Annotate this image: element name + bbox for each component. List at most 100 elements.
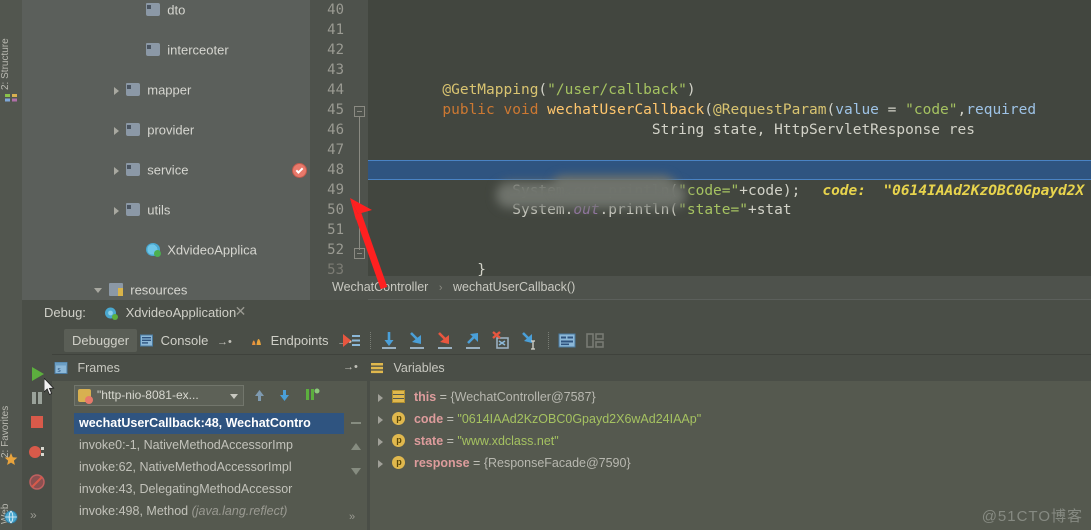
- code-editor[interactable]: @GetMapping("/user/callback") public voi…: [368, 0, 1091, 276]
- resume-program-icon[interactable]: [27, 364, 47, 384]
- tree-item-utils[interactable]: utils: [22, 200, 310, 220]
- frame-row[interactable]: wechatUserCallback:48, WechatContro: [74, 413, 344, 434]
- tree-item-mapper[interactable]: mapper: [22, 80, 310, 100]
- close-icon[interactable]: ✕: [234, 304, 247, 318]
- tree-item-service[interactable]: service: [22, 160, 310, 180]
- thread-icon: [78, 389, 93, 404]
- frames-nav-strip: »: [345, 381, 367, 530]
- frame-row[interactable]: invoke:43, DelegatingMethodAccessor: [74, 479, 344, 500]
- folder-icon: [125, 163, 140, 177]
- arrow-down-icon[interactable]: [277, 388, 292, 403]
- variable-equals: =: [436, 390, 451, 404]
- line-number: 40: [327, 2, 344, 18]
- left-tool-strip: 2: Structure 2: Favorites Web: [0, 0, 23, 530]
- frame-row[interactable]: invoke:498, Method (java.lang.reflect): [74, 501, 344, 522]
- tab-debugger[interactable]: Debugger: [64, 329, 138, 352]
- variable-row-state[interactable]: p state = "www.xdclass.net": [378, 431, 559, 452]
- tree-item-interceoter[interactable]: interceoter: [22, 40, 310, 60]
- code-token: +stat: [747, 202, 792, 218]
- tree-item-label: interceoter: [167, 42, 229, 58]
- code-fold-icon[interactable]: [354, 248, 365, 259]
- tool-tab-favorites-label: 2: Favorites: [0, 405, 11, 458]
- chevron-right-icon[interactable]: [114, 166, 119, 175]
- tab-console[interactable]: Console →•: [132, 329, 240, 352]
- chevron-down-icon[interactable]: [230, 394, 238, 399]
- breadcrumb[interactable]: WechatController › wechatUserCallback(): [310, 276, 1091, 299]
- code-token: }: [442, 262, 487, 276]
- customize-threads-icon[interactable]: [304, 386, 321, 403]
- show-execution-point-icon[interactable]: [340, 330, 362, 351]
- frame-label: invoke:498, Method: [79, 504, 192, 518]
- chevron-right-icon[interactable]: [378, 459, 383, 468]
- run-configuration-name[interactable]: XdvideoApplication: [104, 300, 236, 326]
- tree-item-resources[interactable]: resources: [22, 280, 310, 300]
- variable-equals: =: [443, 434, 458, 448]
- expand-icon[interactable]: »: [30, 508, 37, 522]
- step-into-icon[interactable]: [406, 330, 428, 351]
- view-breakpoints-icon[interactable]: [27, 442, 47, 462]
- variable-equals: =: [469, 456, 484, 470]
- code-fold-icon[interactable]: [354, 106, 365, 117]
- variable-row-response[interactable]: p response = {ResponseFacade@7590}: [378, 453, 631, 474]
- step-over-icon[interactable]: [378, 330, 400, 351]
- tree-item-xdvideoapplication[interactable]: XdvideoApplica: [22, 240, 310, 260]
- line-number: 45: [327, 102, 344, 118]
- chevron-right-icon[interactable]: [378, 393, 383, 402]
- frames-icon: s: [54, 361, 68, 374]
- debug-title-label: Debug:: [44, 305, 86, 320]
- mute-breakpoints-icon[interactable]: [27, 472, 47, 492]
- frames-panel[interactable]: "http-nio-8081-ex... wechatUserCallback:…: [52, 381, 367, 530]
- tree-item-provider[interactable]: provider: [22, 120, 310, 140]
- frame-row[interactable]: invoke:62, NativeMethodAccessorImpl: [74, 457, 344, 478]
- expand-icon[interactable]: »: [349, 511, 355, 523]
- tree-item-dto[interactable]: dto: [22, 0, 310, 20]
- force-step-into-icon[interactable]: [434, 330, 456, 351]
- chevron-down-icon[interactable]: [94, 288, 102, 294]
- code-token: res: [940, 122, 975, 138]
- frames-title-label: Frames: [77, 361, 120, 375]
- toolbar-separator: [370, 332, 372, 349]
- chevron-right-icon[interactable]: [114, 126, 119, 135]
- chevron-right-icon[interactable]: [114, 86, 119, 95]
- thread-selector[interactable]: "http-nio-8081-ex...: [74, 385, 244, 406]
- web-icon: [4, 510, 18, 524]
- breadcrumb-item-class[interactable]: WechatController: [332, 280, 428, 294]
- variable-name: code: [413, 412, 444, 426]
- scroll-down-icon[interactable]: [348, 463, 364, 479]
- tool-tab-structure[interactable]: 2: Structure: [0, 0, 22, 90]
- line-number: 46: [327, 122, 344, 138]
- step-out-icon[interactable]: [462, 330, 484, 351]
- scroll-up-icon[interactable]: [348, 439, 364, 455]
- line-number: 41: [327, 22, 344, 38]
- pause-program-icon[interactable]: [27, 388, 47, 408]
- code-token: "state=": [678, 202, 748, 218]
- layout-settings-icon[interactable]: [584, 330, 606, 351]
- run-to-cursor-icon[interactable]: [518, 330, 540, 351]
- chevron-right-icon[interactable]: [378, 415, 383, 424]
- tree-item-label: dto: [167, 2, 186, 18]
- frame-label: wechatUserCallback:48, WechatContro: [79, 416, 311, 430]
- stop-icon[interactable]: [27, 412, 47, 432]
- pin-frames-icon[interactable]: →•: [343, 361, 358, 373]
- minus-icon[interactable]: [348, 415, 364, 431]
- editor-gutter[interactable]: 40 41 42 43 44 45 46 47 48 49 50 51 52 5…: [292, 0, 368, 300]
- endpoints-icon: [252, 339, 261, 346]
- resources-folder-icon: [108, 283, 123, 297]
- variable-row-this[interactable]: this = {WechatController@7587}: [378, 387, 596, 408]
- breakpoint-icon[interactable]: [292, 163, 307, 178]
- drop-frame-icon[interactable]: [490, 330, 512, 351]
- chevron-right-icon[interactable]: [114, 206, 119, 215]
- tree-item-label: service: [147, 162, 189, 178]
- frame-package-label: (java.lang.reflect): [191, 504, 288, 518]
- variable-row-code[interactable]: p code = "0614IAAd2KzOBC0Gpayd2X6wAd24IA…: [378, 409, 701, 430]
- tool-tab-favorites[interactable]: 2: Favorites: [0, 368, 22, 458]
- arrow-up-icon[interactable]: [252, 388, 267, 403]
- param-icon: p: [392, 456, 406, 470]
- object-icon: [392, 390, 406, 404]
- breadcrumb-item-method[interactable]: wechatUserCallback(): [453, 280, 575, 294]
- chevron-right-icon[interactable]: [378, 437, 383, 446]
- pin-tab-icon[interactable]: →•: [217, 331, 232, 354]
- evaluate-expression-icon[interactable]: [556, 330, 578, 351]
- project-tree[interactable]: dto interceoter mapper provider service …: [22, 0, 310, 300]
- frame-row[interactable]: invoke0:-1, NativeMethodAccessorImp: [74, 435, 344, 456]
